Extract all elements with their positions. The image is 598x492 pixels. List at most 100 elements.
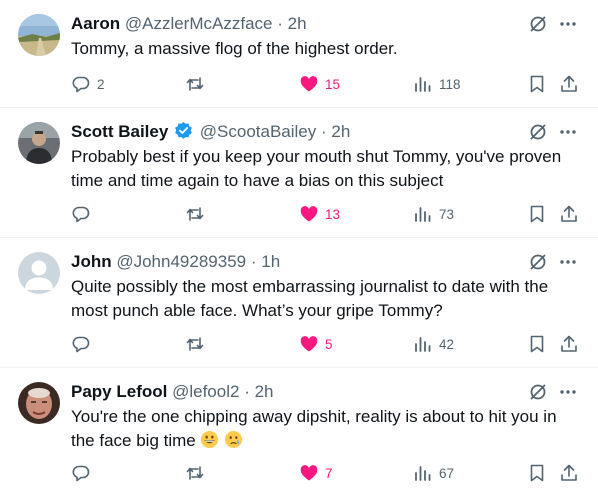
repost-button[interactable] <box>185 333 211 355</box>
tweet[interactable]: Aaron @AzzlerMcAzzface · 2h Tommy, a mas… <box>0 0 598 108</box>
verified-badge-icon[interactable] <box>174 121 193 140</box>
avatar[interactable] <box>18 14 60 56</box>
share-button[interactable] <box>559 462 579 484</box>
avatar[interactable] <box>18 382 60 424</box>
crying-face-emoji <box>225 430 243 449</box>
repost-icon <box>186 77 204 91</box>
more-icon[interactable] <box>558 122 578 142</box>
action-bar: 13 73 <box>71 203 581 225</box>
tweet-text: Quite possibly the most embarrassing jou… <box>71 277 549 320</box>
like-icon <box>300 465 318 481</box>
share-button[interactable] <box>559 333 579 355</box>
author-handle[interactable]: @ScootaBailey <box>200 122 317 141</box>
bookmark-button[interactable] <box>527 462 547 484</box>
grok-icon[interactable] <box>528 252 548 272</box>
bookmark-button[interactable] <box>527 333 547 355</box>
like-count: 7 <box>325 465 333 481</box>
timestamp[interactable]: 1h <box>261 252 280 271</box>
avatar[interactable] <box>18 252 60 294</box>
repost-icon <box>186 337 204 351</box>
views-icon <box>415 77 431 92</box>
view-count: 42 <box>439 336 455 352</box>
tweet[interactable]: John @John49289359 · 1h Quite possibly t… <box>0 238 598 368</box>
view-count: 73 <box>439 206 455 222</box>
views-icon <box>415 207 431 222</box>
replies-feed: Aaron @AzzlerMcAzzface · 2h Tommy, a mas… <box>0 0 598 492</box>
tweet-header: Scott Bailey @ScootaBailey · 2h <box>71 121 598 143</box>
tweet-text: You're the one chipping away dipshit, re… <box>71 405 581 453</box>
tweet-text: Probably best if you keep your mouth shu… <box>71 147 562 190</box>
bookmark-button[interactable] <box>527 73 547 95</box>
reply-icon <box>72 206 90 223</box>
tweet-text-body: You're the one chipping away dipshit, re… <box>71 407 557 450</box>
bookmark-icon <box>530 75 544 93</box>
action-bar: 5 42 <box>71 333 581 355</box>
bookmark-icon <box>530 464 544 482</box>
separator: · <box>250 252 257 271</box>
grok-icon[interactable] <box>528 122 548 142</box>
bookmark-button[interactable] <box>527 203 547 225</box>
action-bar: 2 15 118 <box>71 73 581 95</box>
views-icon <box>415 466 431 481</box>
views-button[interactable]: 42 <box>413 333 454 355</box>
repost-button[interactable] <box>185 203 211 225</box>
share-button[interactable] <box>559 203 579 225</box>
like-icon <box>300 206 318 222</box>
repost-icon <box>186 466 204 480</box>
repost-button[interactable] <box>185 73 211 95</box>
action-bar: 7 67 <box>71 462 581 484</box>
grok-icon[interactable] <box>528 382 548 402</box>
author-name[interactable]: Aaron <box>71 14 120 33</box>
reply-count: 2 <box>97 76 105 92</box>
reply-icon <box>72 76 90 93</box>
like-count: 5 <box>325 336 333 352</box>
reply-button[interactable]: 2 <box>71 73 105 95</box>
reply-button[interactable] <box>71 203 97 225</box>
views-button[interactable]: 67 <box>413 462 454 484</box>
timestamp[interactable]: 2h <box>288 14 307 33</box>
author-name[interactable]: Papy Lefool <box>71 382 167 401</box>
timestamp[interactable]: 2h <box>255 382 274 401</box>
like-button[interactable]: 5 <box>299 333 333 355</box>
more-icon[interactable] <box>558 252 578 272</box>
bookmark-icon <box>530 205 544 223</box>
views-button[interactable]: 73 <box>413 203 454 225</box>
tweet-header: John @John49289359 · 1h <box>71 251 598 273</box>
grok-icon[interactable] <box>528 14 548 34</box>
author-name[interactable]: John <box>71 252 112 271</box>
like-button[interactable]: 7 <box>299 462 333 484</box>
more-icon[interactable] <box>558 14 578 34</box>
share-icon <box>561 75 577 92</box>
tweet-text: Tommy, a massive flog of the highest ord… <box>71 39 398 58</box>
separator: · <box>244 382 250 401</box>
avatar[interactable] <box>18 122 60 164</box>
share-icon <box>561 335 577 352</box>
bookmark-icon <box>530 335 544 353</box>
author-name[interactable]: Scott Bailey <box>71 122 168 141</box>
timestamp[interactable]: 2h <box>331 122 350 141</box>
repost-button[interactable] <box>185 462 211 484</box>
tweet[interactable]: Scott Bailey @ScootaBailey · 2h Probably… <box>0 108 598 238</box>
like-button[interactable]: 13 <box>299 203 340 225</box>
author-handle[interactable]: @lefool2 <box>172 382 239 401</box>
view-count: 118 <box>439 76 461 92</box>
author-handle[interactable]: @AzzlerMcAzzface <box>125 14 273 33</box>
view-count: 67 <box>439 465 455 481</box>
reply-button[interactable] <box>71 333 97 355</box>
more-icon[interactable] <box>558 382 578 402</box>
views-button[interactable]: 118 <box>413 73 461 95</box>
share-button[interactable] <box>559 73 579 95</box>
separator: · <box>277 14 283 33</box>
grinning-face-emoji <box>201 430 219 449</box>
share-icon <box>561 205 577 222</box>
reply-button[interactable] <box>71 462 97 484</box>
views-icon <box>415 337 431 352</box>
author-handle[interactable]: @John49289359 <box>116 252 246 271</box>
like-icon <box>300 336 318 352</box>
like-button[interactable]: 15 <box>299 73 340 95</box>
like-icon <box>300 76 318 92</box>
like-count: 15 <box>325 76 341 92</box>
tweet-header: Aaron @AzzlerMcAzzface · 2h <box>71 13 598 35</box>
tweet[interactable]: Papy Lefool @lefool2 · 2h You're the one… <box>0 368 598 492</box>
share-icon <box>561 464 577 481</box>
